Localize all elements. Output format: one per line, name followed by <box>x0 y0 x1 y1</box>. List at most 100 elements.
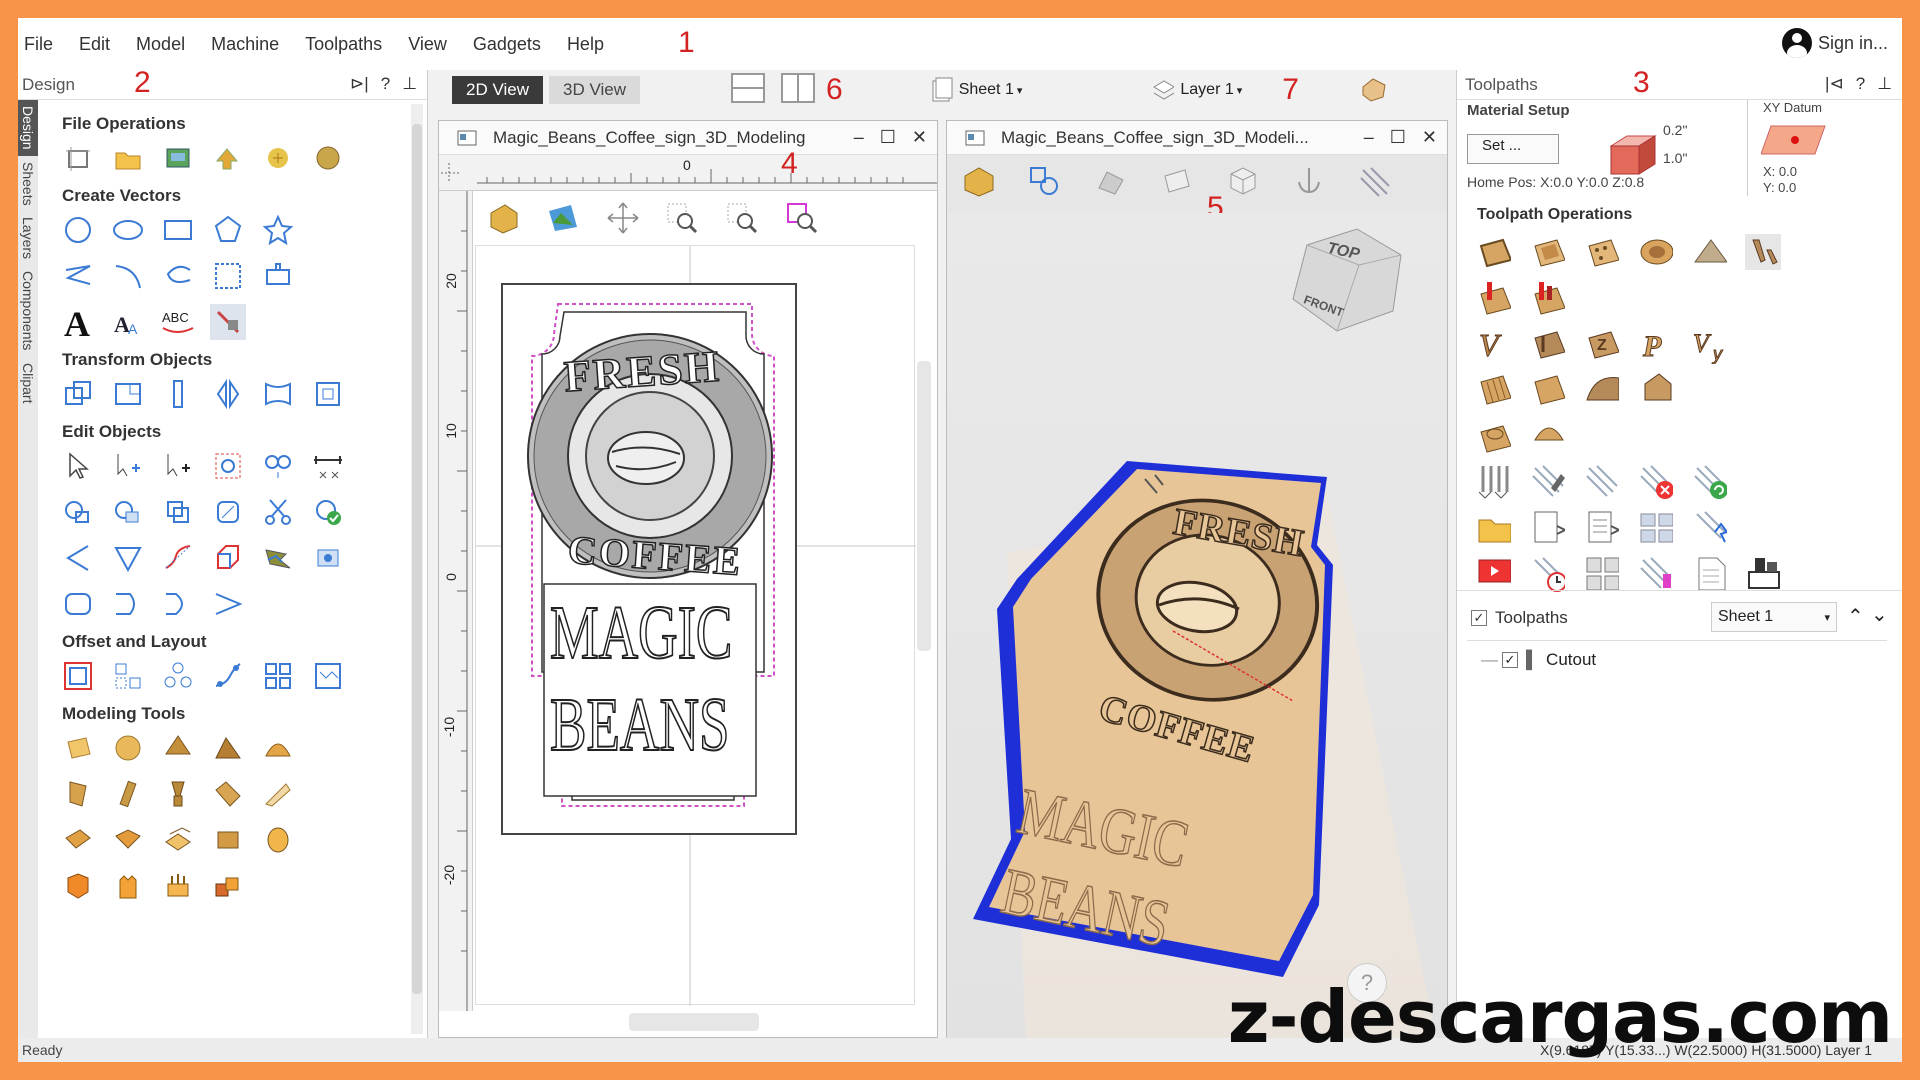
design-scrollbar[interactable] <box>411 104 423 1034</box>
prism-carve-icon[interactable]: P <box>1637 326 1673 364</box>
3d-viewport[interactable]: FRESH COFFEE MAGIC BEANS TOP FRONT ? <box>947 213 1447 1039</box>
toolpath-template-icon[interactable] <box>1529 510 1565 546</box>
toolpath-item-checkbox[interactable]: ✓ <box>1502 652 1518 668</box>
sphere-icon[interactable] <box>110 730 146 766</box>
rounded-rect-icon[interactable] <box>60 586 96 622</box>
toolpath-sheet-select[interactable]: Sheet 1 ▾ <box>1711 602 1837 632</box>
quick-engrave-icon[interactable]: Z <box>1583 326 1619 362</box>
merge-components-icon[interactable] <box>160 822 196 858</box>
bake-icon[interactable] <box>210 822 246 858</box>
text-on-curve-icon[interactable]: AA <box>110 304 146 340</box>
image-trace-icon[interactable] <box>260 540 296 576</box>
smooth-curve-icon[interactable] <box>160 540 196 576</box>
smooth-model-icon[interactable] <box>260 776 296 812</box>
delete-toolpath-icon[interactable] <box>1637 464 1673 500</box>
preview-toolpath-icon[interactable] <box>1475 556 1511 592</box>
draw-flute-icon[interactable] <box>260 258 296 294</box>
menu-file[interactable]: File <box>24 34 53 55</box>
draw-circle-icon[interactable] <box>60 212 96 248</box>
pan-icon[interactable] <box>605 201 641 240</box>
move-down-icon[interactable]: ⌄ <box>1871 602 1888 627</box>
open-toolpath-folder-icon[interactable] <box>1475 510 1511 546</box>
xy-datum-selector[interactable] <box>1760 120 1831 165</box>
draw-star-icon[interactable] <box>260 212 296 248</box>
weld-icon[interactable] <box>60 494 96 530</box>
auto-layout-icon[interactable] <box>310 658 346 694</box>
menu-view[interactable]: View <box>408 34 447 55</box>
close-vectors-icon[interactable] <box>310 494 346 530</box>
two-rail-icon[interactable] <box>210 730 246 766</box>
open-file-icon[interactable] <box>110 140 146 176</box>
size-icon[interactable] <box>310 376 346 412</box>
3d-box-icon[interactable] <box>961 164 997 203</box>
sheet-selector[interactable]: Sheet 1 ▾ <box>931 77 1022 103</box>
edit-toolpath-icon[interactable] <box>1529 464 1565 500</box>
distort-model-icon[interactable] <box>110 776 146 812</box>
slice-icon[interactable] <box>160 776 196 812</box>
toolpaths-visible-checkbox[interactable]: ✓ <box>1471 610 1487 626</box>
toolpath-colors-icon[interactable] <box>1637 556 1673 592</box>
draw-rectangle-icon[interactable] <box>160 212 196 248</box>
component-hand-icon[interactable] <box>110 868 146 904</box>
minimize-icon[interactable]: – <box>1364 127 1374 148</box>
3d-finishing-icon[interactable] <box>1529 372 1565 408</box>
cut-out-3d-icon[interactable] <box>1637 372 1673 408</box>
time-estimate-icon[interactable] <box>1529 556 1565 592</box>
minimize-icon[interactable]: – <box>854 127 864 148</box>
3d-profile-icon[interactable] <box>1583 372 1619 408</box>
select-icon[interactable] <box>60 448 96 484</box>
text-arc-icon[interactable]: ABC <box>160 304 196 340</box>
tilt-icon[interactable] <box>60 822 96 858</box>
split-vertical-icon[interactable] <box>780 72 816 109</box>
engraving-icon[interactable] <box>1529 326 1565 362</box>
mold-icon[interactable] <box>110 822 146 858</box>
shape-editor-icon[interactable] <box>60 730 96 766</box>
draw-polyline-icon[interactable] <box>60 258 96 294</box>
menu-toolpaths[interactable]: Toolpaths <box>305 34 382 55</box>
import-bitmap-icon[interactable] <box>160 140 196 176</box>
triangle-icon[interactable] <box>110 540 146 576</box>
fit-curves-icon[interactable] <box>310 540 346 576</box>
help-icon[interactable]: ? <box>381 74 390 94</box>
draw-arc-icon[interactable] <box>110 258 146 294</box>
recalculate-toolpath-icon[interactable] <box>1691 464 1727 500</box>
layer-selector[interactable]: Layer 1 ▾ <box>1152 77 1242 103</box>
dimension-icon[interactable] <box>210 304 246 340</box>
help-icon[interactable]: ? <box>1856 74 1865 94</box>
array-copy-icon[interactable] <box>160 658 196 694</box>
anchor-icon[interactable] <box>1291 164 1327 203</box>
transform-mode-icon[interactable] <box>210 448 246 484</box>
offset-shape-icon[interactable] <box>210 540 246 576</box>
texture-view-icon[interactable] <box>1357 164 1393 203</box>
nest-toolpaths-icon[interactable] <box>1637 510 1673 546</box>
job-setup-icon[interactable] <box>60 140 96 176</box>
mirror-icon[interactable] <box>210 376 246 412</box>
merge-toolpaths-icon[interactable] <box>1475 464 1511 500</box>
draw-polygon-icon[interactable] <box>210 212 246 248</box>
2d-canvas[interactable]: FRESH COFFEE MAGIC BEANS <box>475 245 916 1006</box>
toolpath-list-icon[interactable] <box>1583 510 1619 546</box>
zoom-box-icon[interactable] <box>665 201 701 240</box>
menu-model[interactable]: Model <box>136 34 185 55</box>
wrap-toolpath-icon[interactable] <box>1529 418 1565 454</box>
node-edit-icon[interactable] <box>110 448 146 484</box>
measure-icon[interactable] <box>310 448 346 484</box>
toolpath-item[interactable]: — ✓ ▌ Cutout <box>1481 650 1596 670</box>
move-icon[interactable] <box>60 376 96 412</box>
collapse-icon[interactable]: |⊲ <box>1825 74 1844 94</box>
prism-toolpath-icon[interactable] <box>1529 280 1565 316</box>
view-iso-icon[interactable] <box>1225 164 1261 203</box>
maximize-icon[interactable]: ☐ <box>880 127 896 148</box>
menu-machine[interactable]: Machine <box>211 34 279 55</box>
v-carving-icon[interactable]: V <box>1475 326 1511 364</box>
copy-along-icon[interactable] <box>210 658 246 694</box>
fade-icon[interactable] <box>210 776 246 812</box>
fluting-toolpath-icon[interactable] <box>1475 280 1511 316</box>
view-cube[interactable]: TOP FRONT <box>1287 219 1407 339</box>
extrude-icon[interactable] <box>160 730 196 766</box>
tiling-icon[interactable] <box>1583 556 1619 592</box>
menu-help[interactable]: Help <box>567 34 604 55</box>
material-set-button[interactable]: Set ... <box>1467 134 1559 164</box>
copy-toolpath-icon[interactable] <box>1583 464 1619 500</box>
view-front-icon[interactable] <box>1159 164 1195 203</box>
